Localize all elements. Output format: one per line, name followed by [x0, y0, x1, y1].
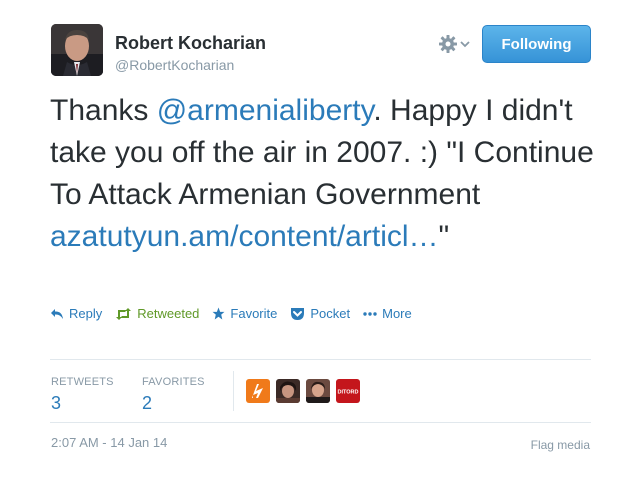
stats-separator — [233, 371, 234, 411]
pocket-icon — [291, 307, 305, 320]
favorite-button[interactable]: Favorite — [212, 306, 277, 321]
star-icon — [212, 307, 225, 320]
rferl-logo-avatar[interactable] — [246, 379, 270, 403]
reply-button[interactable]: Reply — [50, 306, 102, 321]
favorites-count[interactable]: 2 — [142, 393, 205, 414]
following-button[interactable]: Following — [482, 25, 591, 63]
person-avatar[interactable] — [276, 379, 300, 403]
person-avatar[interactable] — [306, 379, 330, 403]
reply-label: Reply — [69, 306, 103, 321]
rferl-logo-icon — [246, 379, 270, 403]
reply-icon — [51, 308, 63, 319]
retweeted-label: Retweeted — [137, 306, 200, 321]
favorites-label: FAVORITES — [142, 376, 205, 388]
pocket-button[interactable]: Pocket — [290, 306, 350, 321]
user-actions-dropdown[interactable] — [438, 33, 474, 55]
person-photo-icon — [306, 379, 330, 403]
flag-media-link[interactable]: Flag media — [531, 438, 590, 452]
ditord-logo-text: DITORD — [338, 390, 359, 396]
tweet-text: Thanks @armenialiberty. Happy I didn't t… — [50, 90, 610, 258]
divider — [50, 359, 591, 360]
ditord-logo-icon: DITORD — [336, 379, 360, 403]
more-dots-icon — [363, 311, 377, 316]
more-label: More — [382, 306, 412, 321]
retweet-icon — [116, 307, 132, 320]
chevron-down-icon — [460, 41, 470, 48]
favorite-label: Favorite — [230, 306, 278, 321]
gear-icon — [439, 35, 457, 53]
author-avatar[interactable] — [51, 24, 103, 76]
mention-link[interactable]: @armenialiberty — [157, 94, 374, 127]
divider — [50, 422, 591, 423]
portrait-icon — [51, 24, 103, 76]
author-screen-name[interactable]: @RobertKocharian — [115, 57, 234, 73]
retweets-count[interactable]: 3 — [51, 393, 114, 414]
retweets-label: RETWEETS — [51, 376, 114, 388]
tweet-timestamp[interactable]: 2:07 AM - 14 Jan 14 — [51, 435, 167, 450]
tweet-text-part: Thanks — [50, 94, 157, 127]
pocket-label: Pocket — [310, 306, 351, 321]
tweet-actions: Reply Retweeted Favorite Pocket More — [50, 306, 425, 321]
retweeted-button[interactable]: Retweeted — [115, 306, 199, 321]
retweets-stat[interactable]: RETWEETS 3 — [51, 376, 114, 414]
author-display-name[interactable]: Robert Kocharian — [115, 33, 266, 54]
tweet-card: Robert Kocharian @RobertKocharian Follow… — [0, 0, 639, 480]
favorites-stat[interactable]: FAVORITES 2 — [142, 376, 205, 414]
person-photo-icon — [276, 379, 300, 403]
tweet-text-part: " — [438, 220, 450, 253]
ditord-logo-avatar[interactable]: DITORD — [336, 379, 360, 403]
article-link[interactable]: azatutyun.am/content/articl… — [50, 220, 439, 253]
retweeter-avatars: DITORD — [246, 379, 360, 403]
more-button[interactable]: More — [363, 306, 412, 321]
